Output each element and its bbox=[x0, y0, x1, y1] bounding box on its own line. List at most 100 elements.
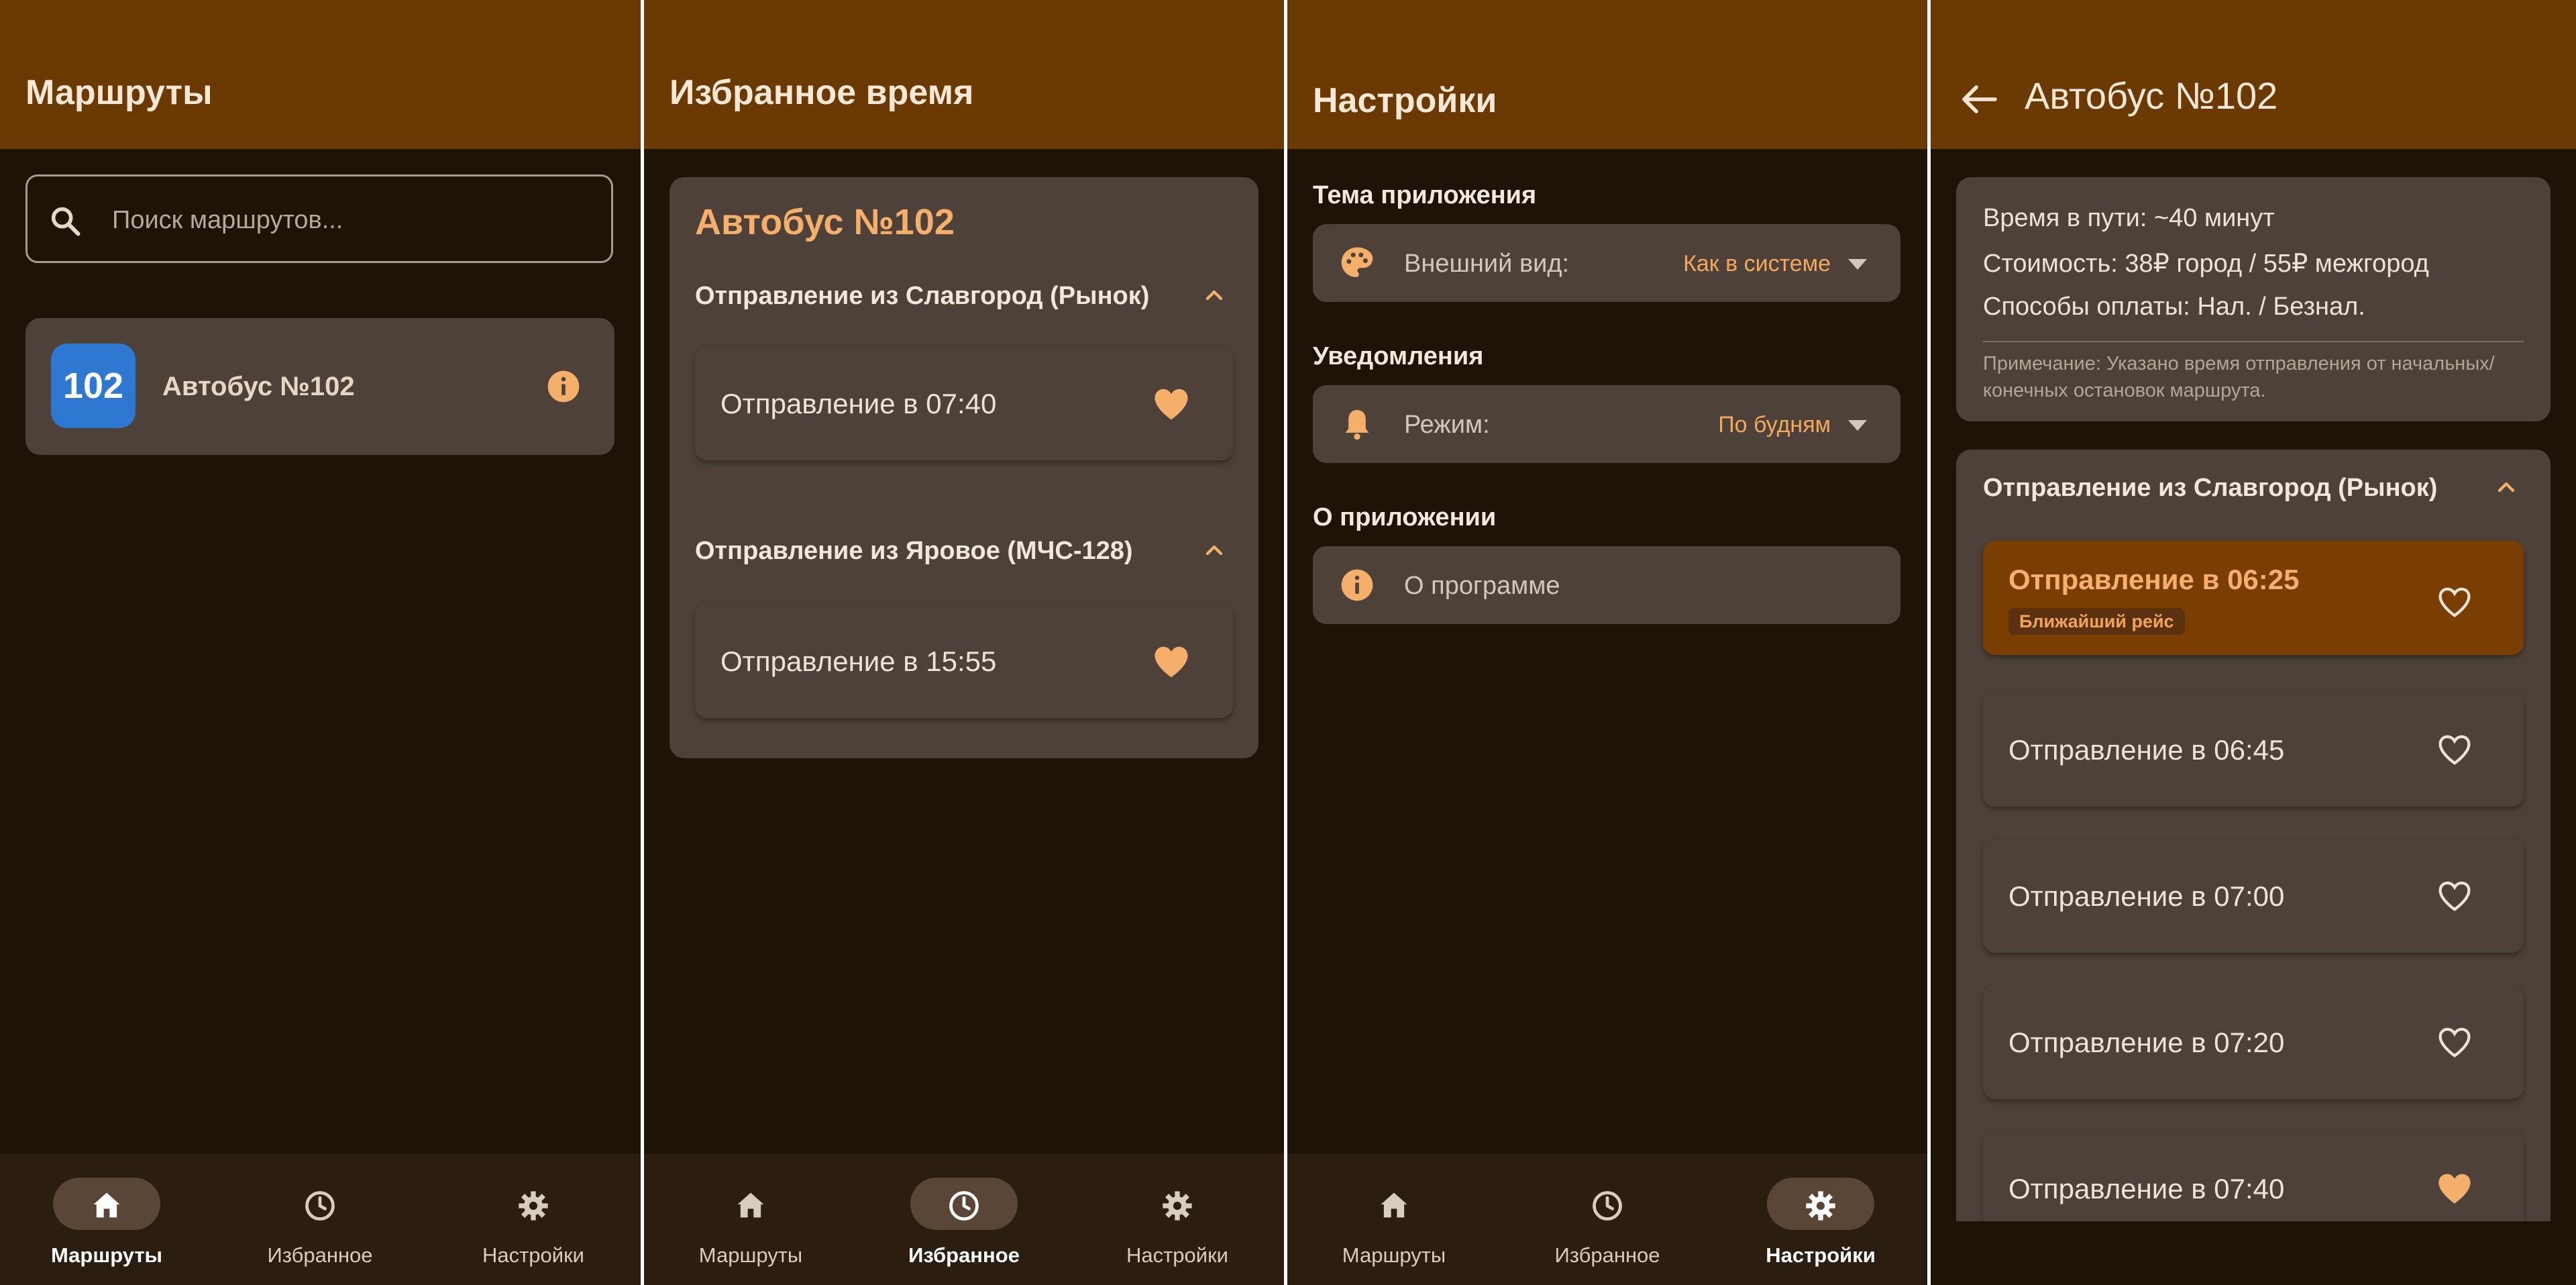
dropdown-arrow-icon[interactable] bbox=[1848, 420, 1867, 431]
app-bar: Настройки bbox=[1287, 0, 1927, 149]
departure-time: Отправление в 07:00 bbox=[2008, 880, 2285, 912]
departure-time: Отправление в 06:25 bbox=[2008, 564, 2300, 595]
search-input[interactable]: Поиск маршрутов... bbox=[25, 174, 613, 263]
settings-screen: Настройки Тема приложения Внешний вид: К… bbox=[1287, 0, 1927, 1285]
departure-row[interactable]: Отправление в 07:40 bbox=[1983, 1131, 2524, 1221]
route-card[interactable]: 102 Автобус №102 bbox=[25, 318, 614, 455]
home-icon bbox=[1381, 1192, 1407, 1218]
heart-filled-icon[interactable] bbox=[1152, 644, 1190, 679]
payment-methods: Способы оплаты: Нал. / Безнал. bbox=[1983, 293, 2365, 321]
nav-label: Настройки bbox=[1126, 1243, 1228, 1267]
bottom-navigation: Маршруты Избранное Настройки bbox=[0, 1153, 641, 1285]
departure-row[interactable]: Отправление в 07:20 bbox=[1983, 985, 2524, 1099]
route-detail-screen: Автобус №102 Время в пути: ~40 минут Сто… bbox=[1931, 0, 2576, 1285]
departure-row[interactable]: Отправление в 06:45 bbox=[1983, 692, 2524, 807]
nav-favorites[interactable]: Избранное bbox=[857, 1153, 1071, 1285]
nav-label: Маршруты bbox=[50, 1243, 163, 1267]
about-setting-row[interactable]: О программе bbox=[1313, 546, 1900, 624]
heart-outline-icon[interactable] bbox=[2436, 733, 2473, 766]
nav-label: Маршруты bbox=[698, 1243, 803, 1267]
departure-row-next[interactable]: Отправление в 06:25 Ближайший рейс bbox=[1983, 541, 2524, 655]
bottom-navigation: Маршруты Избранное Настройки bbox=[644, 1153, 1284, 1285]
note: Примечание: Указано время отправления от… bbox=[1983, 353, 2495, 401]
heart-outline-icon[interactable] bbox=[2436, 1025, 2473, 1059]
setting-label: Режим: bbox=[1404, 411, 1490, 439]
palette-icon bbox=[1341, 247, 1373, 277]
section-header: О приложении bbox=[1313, 503, 1497, 531]
app-bar: Избранное время bbox=[644, 0, 1284, 149]
gear-icon bbox=[1806, 1191, 1835, 1221]
heart-filled-icon[interactable] bbox=[1152, 387, 1190, 421]
search-placeholder: Поиск маршрутов... bbox=[112, 206, 343, 234]
home-icon bbox=[737, 1192, 764, 1218]
nav-label: Избранное bbox=[908, 1243, 1020, 1267]
departure-time: Отправление в 07:40 bbox=[2008, 1173, 2285, 1204]
info-icon bbox=[1341, 569, 1373, 601]
back-arrow-icon[interactable] bbox=[1960, 83, 1998, 115]
nav-settings[interactable]: Настройки bbox=[427, 1153, 640, 1285]
nav-label: Избранное bbox=[1554, 1243, 1660, 1267]
app-bar: Маршруты bbox=[0, 0, 641, 149]
favorites-screen: Избранное время Автобус №102 Отправление… bbox=[644, 0, 1284, 1285]
heart-outline-icon[interactable] bbox=[2436, 879, 2473, 913]
heart-filled-icon[interactable] bbox=[2436, 1172, 2473, 1205]
home-icon bbox=[93, 1192, 120, 1218]
gear-icon bbox=[1163, 1191, 1192, 1221]
nav-routes[interactable]: Маршруты bbox=[1287, 1153, 1501, 1285]
route-info-card: Время в пути: ~40 минут Стоимость: 38₽ г… bbox=[1956, 177, 2551, 421]
section-header: Уведомления bbox=[1313, 342, 1484, 370]
section-header[interactable]: Отправление из Славгород (Рынок) bbox=[1983, 474, 2437, 503]
heart-outline-icon[interactable] bbox=[2436, 585, 2473, 619]
theme-setting-row[interactable]: Внешний вид: Как в системе bbox=[1313, 224, 1900, 302]
section-header[interactable]: Отправление из Яровое (МЧС-128) bbox=[695, 537, 1133, 566]
next-trip-badge: Ближайший рейс bbox=[2008, 608, 2185, 635]
nav-label: Настройки bbox=[482, 1243, 584, 1267]
bell-icon bbox=[1345, 410, 1369, 440]
route-name: Автобус №102 bbox=[162, 372, 355, 401]
departure-time: Отправление в 15:55 bbox=[720, 646, 997, 677]
divider bbox=[1983, 341, 2524, 342]
info-icon[interactable] bbox=[545, 368, 582, 405]
app-bar: Автобус №102 bbox=[1931, 0, 2576, 149]
favorite-route-title: Автобус №102 bbox=[695, 202, 955, 242]
clock-icon bbox=[305, 1191, 335, 1221]
route-number-badge: 102 bbox=[51, 344, 136, 428]
dropdown-arrow-icon[interactable] bbox=[1848, 259, 1867, 270]
theme-dropdown-value[interactable]: Как в системе bbox=[1683, 251, 1831, 277]
screens-collage: Маршруты Поиск маршрутов... 102 Автобус … bbox=[0, 0, 2576, 1285]
chevron-up-icon[interactable] bbox=[2493, 474, 2520, 501]
favorite-time-row[interactable]: Отправление в 15:55 bbox=[695, 604, 1233, 718]
nav-label: Избранное bbox=[267, 1243, 373, 1267]
bottom-navigation: Маршруты Избранное Настройки bbox=[1287, 1153, 1927, 1285]
page-title: Настройки bbox=[1313, 81, 1497, 120]
travel-time: Время в пути: ~40 минут bbox=[1983, 204, 2275, 232]
search-icon bbox=[51, 207, 80, 236]
departure-row[interactable]: Отправление в 07:00 bbox=[1983, 839, 2524, 953]
routes-screen: Маршруты Поиск маршрутов... 102 Автобус … bbox=[0, 0, 641, 1285]
departure-time: Отправление в 06:45 bbox=[2008, 734, 2285, 766]
chevron-up-icon[interactable] bbox=[1201, 537, 1228, 564]
nav-settings[interactable]: Настройки bbox=[1714, 1153, 1927, 1285]
chevron-up-icon[interactable] bbox=[1201, 282, 1228, 309]
nav-favorites[interactable]: Избранное bbox=[213, 1153, 427, 1285]
nav-favorites[interactable]: Избранное bbox=[1501, 1153, 1714, 1285]
section-header: Тема приложения bbox=[1313, 181, 1537, 209]
gear-icon bbox=[519, 1191, 548, 1221]
departure-time: Отправление в 07:20 bbox=[2008, 1027, 2285, 1058]
nav-label: Маршруты bbox=[1342, 1243, 1446, 1267]
nav-label: Настройки bbox=[1766, 1243, 1876, 1267]
cost: Стоимость: 38₽ город / 55₽ межгород bbox=[1983, 250, 2429, 278]
favorite-route-card: Автобус №102 Отправление из Славгород (Р… bbox=[669, 177, 1258, 758]
notifications-dropdown-value[interactable]: По будням bbox=[1718, 412, 1831, 438]
nav-routes[interactable]: Маршруты bbox=[644, 1153, 857, 1285]
nav-settings[interactable]: Настройки bbox=[1071, 1153, 1284, 1285]
clock-icon bbox=[1593, 1191, 1622, 1221]
page-title: Избранное время bbox=[669, 73, 974, 112]
clock-icon bbox=[949, 1191, 979, 1221]
favorite-time-row[interactable]: Отправление в 07:40 bbox=[695, 346, 1233, 460]
notifications-setting-row[interactable]: Режим: По будням bbox=[1313, 385, 1900, 463]
nav-routes[interactable]: Маршруты bbox=[0, 1153, 213, 1285]
page-title: Маршруты bbox=[25, 73, 213, 112]
departures-section: Отправление из Славгород (Рынок) Отправл… bbox=[1956, 450, 2551, 1221]
section-header[interactable]: Отправление из Славгород (Рынок) bbox=[695, 282, 1149, 311]
